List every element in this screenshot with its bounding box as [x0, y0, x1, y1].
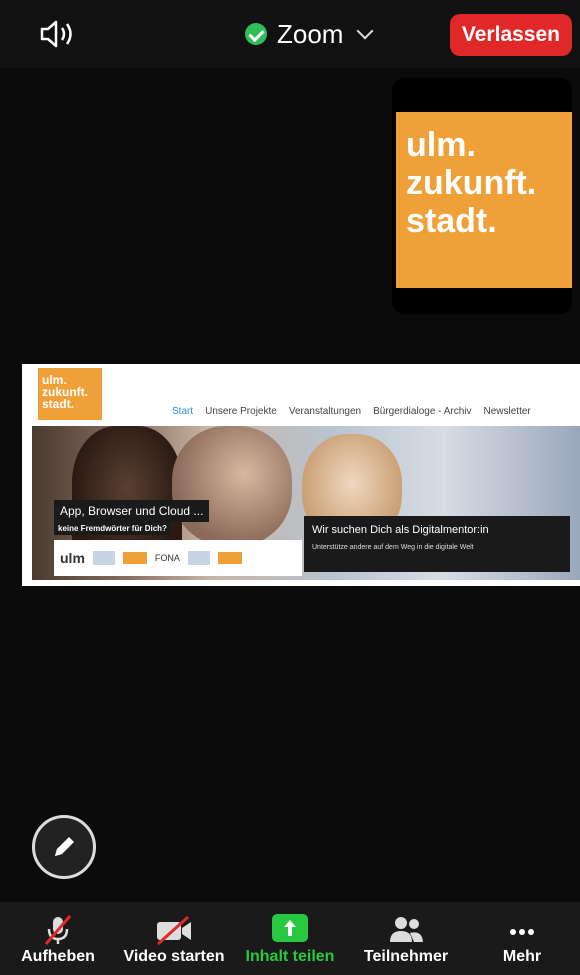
logo-line: stadt. [42, 397, 75, 411]
sponsor-strip: ulm FONA [54, 540, 302, 576]
nav-item-start: Start [172, 406, 194, 417]
nav-item-projects: Unsere Projekte [205, 406, 277, 417]
encrypted-shield-icon [245, 23, 267, 45]
sponsor-logo [92, 551, 115, 565]
sponsor-logo [122, 552, 147, 564]
hero-caption-mentor: Wir suchen Dich als Digitalmentor:in Unt… [304, 516, 570, 572]
participants-icon [390, 917, 423, 942]
nav-item-archive: Bürgerdialoge - Archiv [373, 406, 472, 417]
bottom-toolbar: Aufheben Video starten Inhalt teilen Tei… [0, 902, 580, 975]
hero-caption-title: App, Browser und Cloud ... [54, 500, 210, 522]
top-bar: Zoom Verlassen [0, 0, 580, 68]
unmute-label: Aufheben [21, 948, 95, 965]
hero-caption-subtitle: keine Fremdwörter für Dich? [54, 522, 171, 535]
nav-item-newsletter: Newsletter [483, 406, 531, 417]
annotate-button[interactable] [32, 815, 96, 879]
speaker-icon[interactable] [38, 18, 78, 50]
shared-screen-content[interactable]: ulm. zukunft. stadt. Start Unsere Projek… [22, 364, 580, 586]
logo-line: ulm. [406, 126, 476, 164]
logo-line: zukunft. [406, 164, 537, 202]
sponsor-logo [217, 552, 242, 564]
muted-microphone-icon [44, 915, 72, 945]
share-content-label: Inhalt teilen [245, 948, 335, 965]
video-off-icon [156, 915, 191, 946]
leave-button[interactable]: Verlassen [449, 14, 572, 56]
self-view-logo: ulm. zukunft. stadt. [396, 112, 572, 288]
website-nav: Start Unsere Projekte Veranstaltungen Bü… [172, 406, 531, 417]
logo-line: stadt. [406, 202, 497, 240]
participants-label: Teilnehmer [363, 948, 449, 965]
share-content-button[interactable]: Inhalt teilen [232, 902, 348, 975]
sponsor-fona: FONA [154, 553, 180, 563]
pencil-icon [55, 837, 74, 856]
start-video-button[interactable]: Video starten [116, 902, 232, 975]
chevron-down-icon [356, 22, 374, 40]
more-dots-icon [510, 929, 534, 935]
more-label: Mehr [502, 948, 542, 965]
hero-person [172, 426, 292, 546]
meeting-title: Zoom [277, 18, 344, 49]
mentor-subtitle: Unterstütze andere auf dem Weg in die di… [312, 544, 474, 551]
nav-item-events: Veranstaltungen [288, 406, 362, 417]
sponsor-ulm: ulm [60, 550, 85, 566]
mentor-title: Wir suchen Dich als Digitalmentor:in [312, 524, 489, 536]
website-logo: ulm. zukunft. stadt. [38, 368, 102, 420]
share-icon [232, 914, 348, 946]
participants-button[interactable]: Teilnehmer [348, 902, 464, 975]
more-button[interactable]: Mehr [464, 902, 580, 975]
start-video-label: Video starten [123, 948, 225, 965]
unmute-button[interactable]: Aufheben [0, 902, 116, 975]
meeting-title-dropdown[interactable]: Zoom [245, 18, 374, 50]
zoom-meeting-screen: Zoom Verlassen ulm. zukunft. stadt. ulm.… [0, 0, 580, 975]
sponsor-logo [187, 551, 210, 565]
